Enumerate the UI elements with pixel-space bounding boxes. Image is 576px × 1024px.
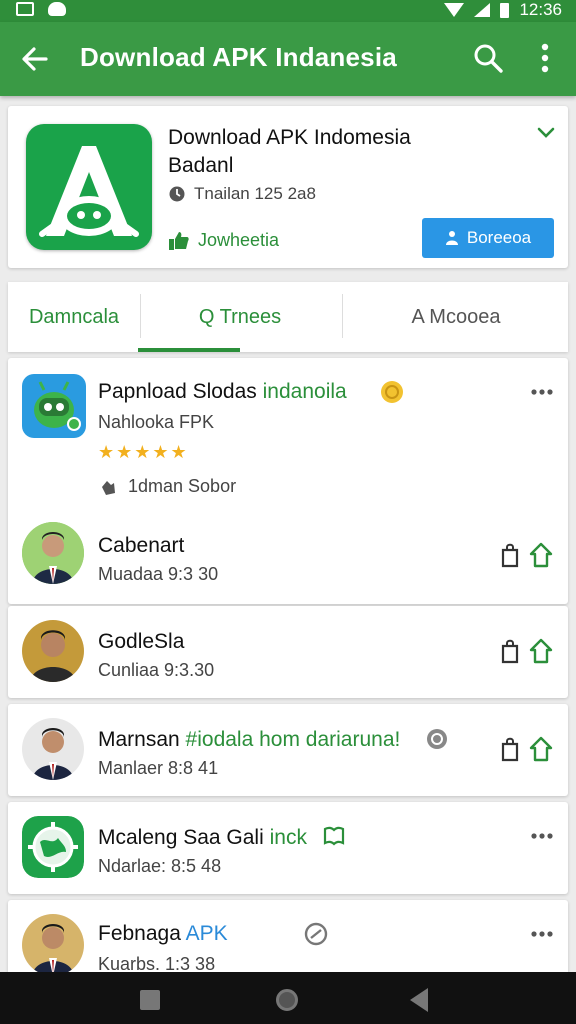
row-actions (500, 736, 554, 762)
featured-name-green: indanoila (262, 380, 347, 403)
row-name-black: Febnaga (98, 922, 186, 945)
bag-icon[interactable] (500, 638, 520, 664)
app-header-card: Download APK Indomesia Badanl Tnailan 12… (8, 106, 568, 268)
avatar (22, 522, 84, 584)
app-meta-text: Tnailan 125 2a8 (194, 184, 316, 203)
row-time: Cunliaa 9:3.30 (98, 660, 215, 680)
row-name: Marnsan #iodala hom dariaruna! (98, 728, 400, 752)
row-name-blue: APK (185, 922, 228, 945)
like-link-label: Jowheetia (198, 230, 280, 250)
app-logo-icon (26, 124, 152, 250)
tab-divider (342, 294, 343, 338)
download-button[interactable]: Boreeoa (422, 218, 554, 258)
system-nav-bar (0, 972, 576, 1024)
book-badge-icon (323, 826, 345, 846)
avatar (22, 914, 84, 976)
row-name-black: Mcaleng Saa Gali (98, 826, 270, 849)
row-actions (500, 638, 554, 664)
row-time: Muadaa 9:3 30 (98, 564, 219, 584)
featured-name-black: Papnload Slodas (98, 380, 263, 403)
notification-icon (48, 2, 66, 16)
person-icon (445, 231, 458, 245)
more-horiz-icon[interactable] (530, 832, 554, 840)
tab-mcooea[interactable]: A Mcooea (344, 282, 568, 352)
avatar (22, 620, 84, 682)
row-actions (500, 542, 554, 568)
badge-icon (427, 729, 447, 749)
list-item[interactable]: Marnsan #iodala hom dariaruna! Manlaer 8… (8, 704, 568, 796)
recents-icon[interactable] (140, 990, 160, 1010)
wifi-icon (444, 3, 465, 17)
robot-app-icon (22, 374, 86, 438)
like-outline-icon[interactable] (528, 638, 554, 664)
tab-indicator (138, 348, 240, 352)
row-name: Mcaleng Saa Gali inck (98, 826, 307, 850)
featured-meta-text: 1dman Sobor (128, 476, 237, 496)
smiley-badge-icon (381, 381, 403, 403)
search-icon[interactable] (472, 42, 504, 74)
row-name: Febnaga APK (98, 922, 228, 946)
badge-icon (304, 922, 328, 946)
row-name-green: #iodala hom dariaruna! (185, 728, 401, 751)
tab-trnees[interactable]: Q Trnees (140, 282, 340, 352)
image-icon (16, 2, 34, 16)
like-outline-icon[interactable] (528, 542, 554, 568)
row-name-black: Marnsan (98, 728, 186, 751)
app-bar: Download APK Indanesia (0, 22, 576, 96)
chevron-down-icon[interactable] (536, 126, 556, 140)
row-time: Ndarlae: 8:5 48 (98, 856, 222, 876)
signal-icon (474, 3, 491, 17)
more-horiz-icon[interactable] (530, 930, 554, 938)
row-name: GodleSla (98, 630, 185, 653)
home-icon[interactable] (276, 989, 298, 1011)
more-horiz-icon[interactable] (530, 388, 554, 396)
app-name: Download APK Indomesia (168, 126, 411, 149)
avatar (22, 718, 84, 780)
like-link[interactable]: Jowheetia (168, 230, 279, 251)
row-name: Cabenart (98, 534, 185, 557)
like-outline-icon[interactable] (528, 736, 554, 762)
clock-icon (169, 186, 185, 202)
thumbs-up-icon (169, 231, 189, 250)
featured-name: Papnload Slodas indanoila (98, 380, 347, 404)
tab-damncala[interactable]: Damncala (8, 282, 140, 352)
app-developer: Badanl (168, 154, 234, 177)
list-item[interactable]: GodleSla Cunliaa 9:3.30 (8, 606, 568, 698)
page-title: Download APK Indanesia (80, 42, 397, 72)
row-name-green: inck (269, 826, 307, 849)
status-bar: 12:36 (0, 0, 576, 22)
battery-icon (500, 2, 510, 18)
row-time: Manlaer 8:8 41 (98, 758, 219, 778)
back-icon[interactable] (410, 988, 428, 1012)
app-meta: Tnailan 125 2a8 (168, 184, 316, 204)
tab-bar: Damncala Q Trnees A Mcooea (8, 282, 568, 352)
hand-icon (102, 480, 115, 495)
back-arrow-icon[interactable] (18, 42, 52, 76)
rating-stars: ★★★★★ (98, 442, 189, 462)
bag-icon[interactable] (500, 542, 520, 568)
globe-app-icon (22, 816, 84, 878)
status-time: 12:36 (519, 0, 562, 19)
list-item[interactable]: Mcaleng Saa Gali inck Ndarlae: 8:5 48 (8, 802, 568, 894)
download-button-label: Boreeoa (466, 228, 532, 247)
featured-subtitle: Nahlooka FPK (98, 412, 215, 432)
more-vert-icon[interactable] (530, 40, 560, 76)
featured-card[interactable]: Papnload Slodas indanoila Nahlooka FPK ★… (8, 358, 568, 604)
bag-icon[interactable] (500, 736, 520, 762)
featured-meta: 1dman Sobor (98, 476, 236, 497)
